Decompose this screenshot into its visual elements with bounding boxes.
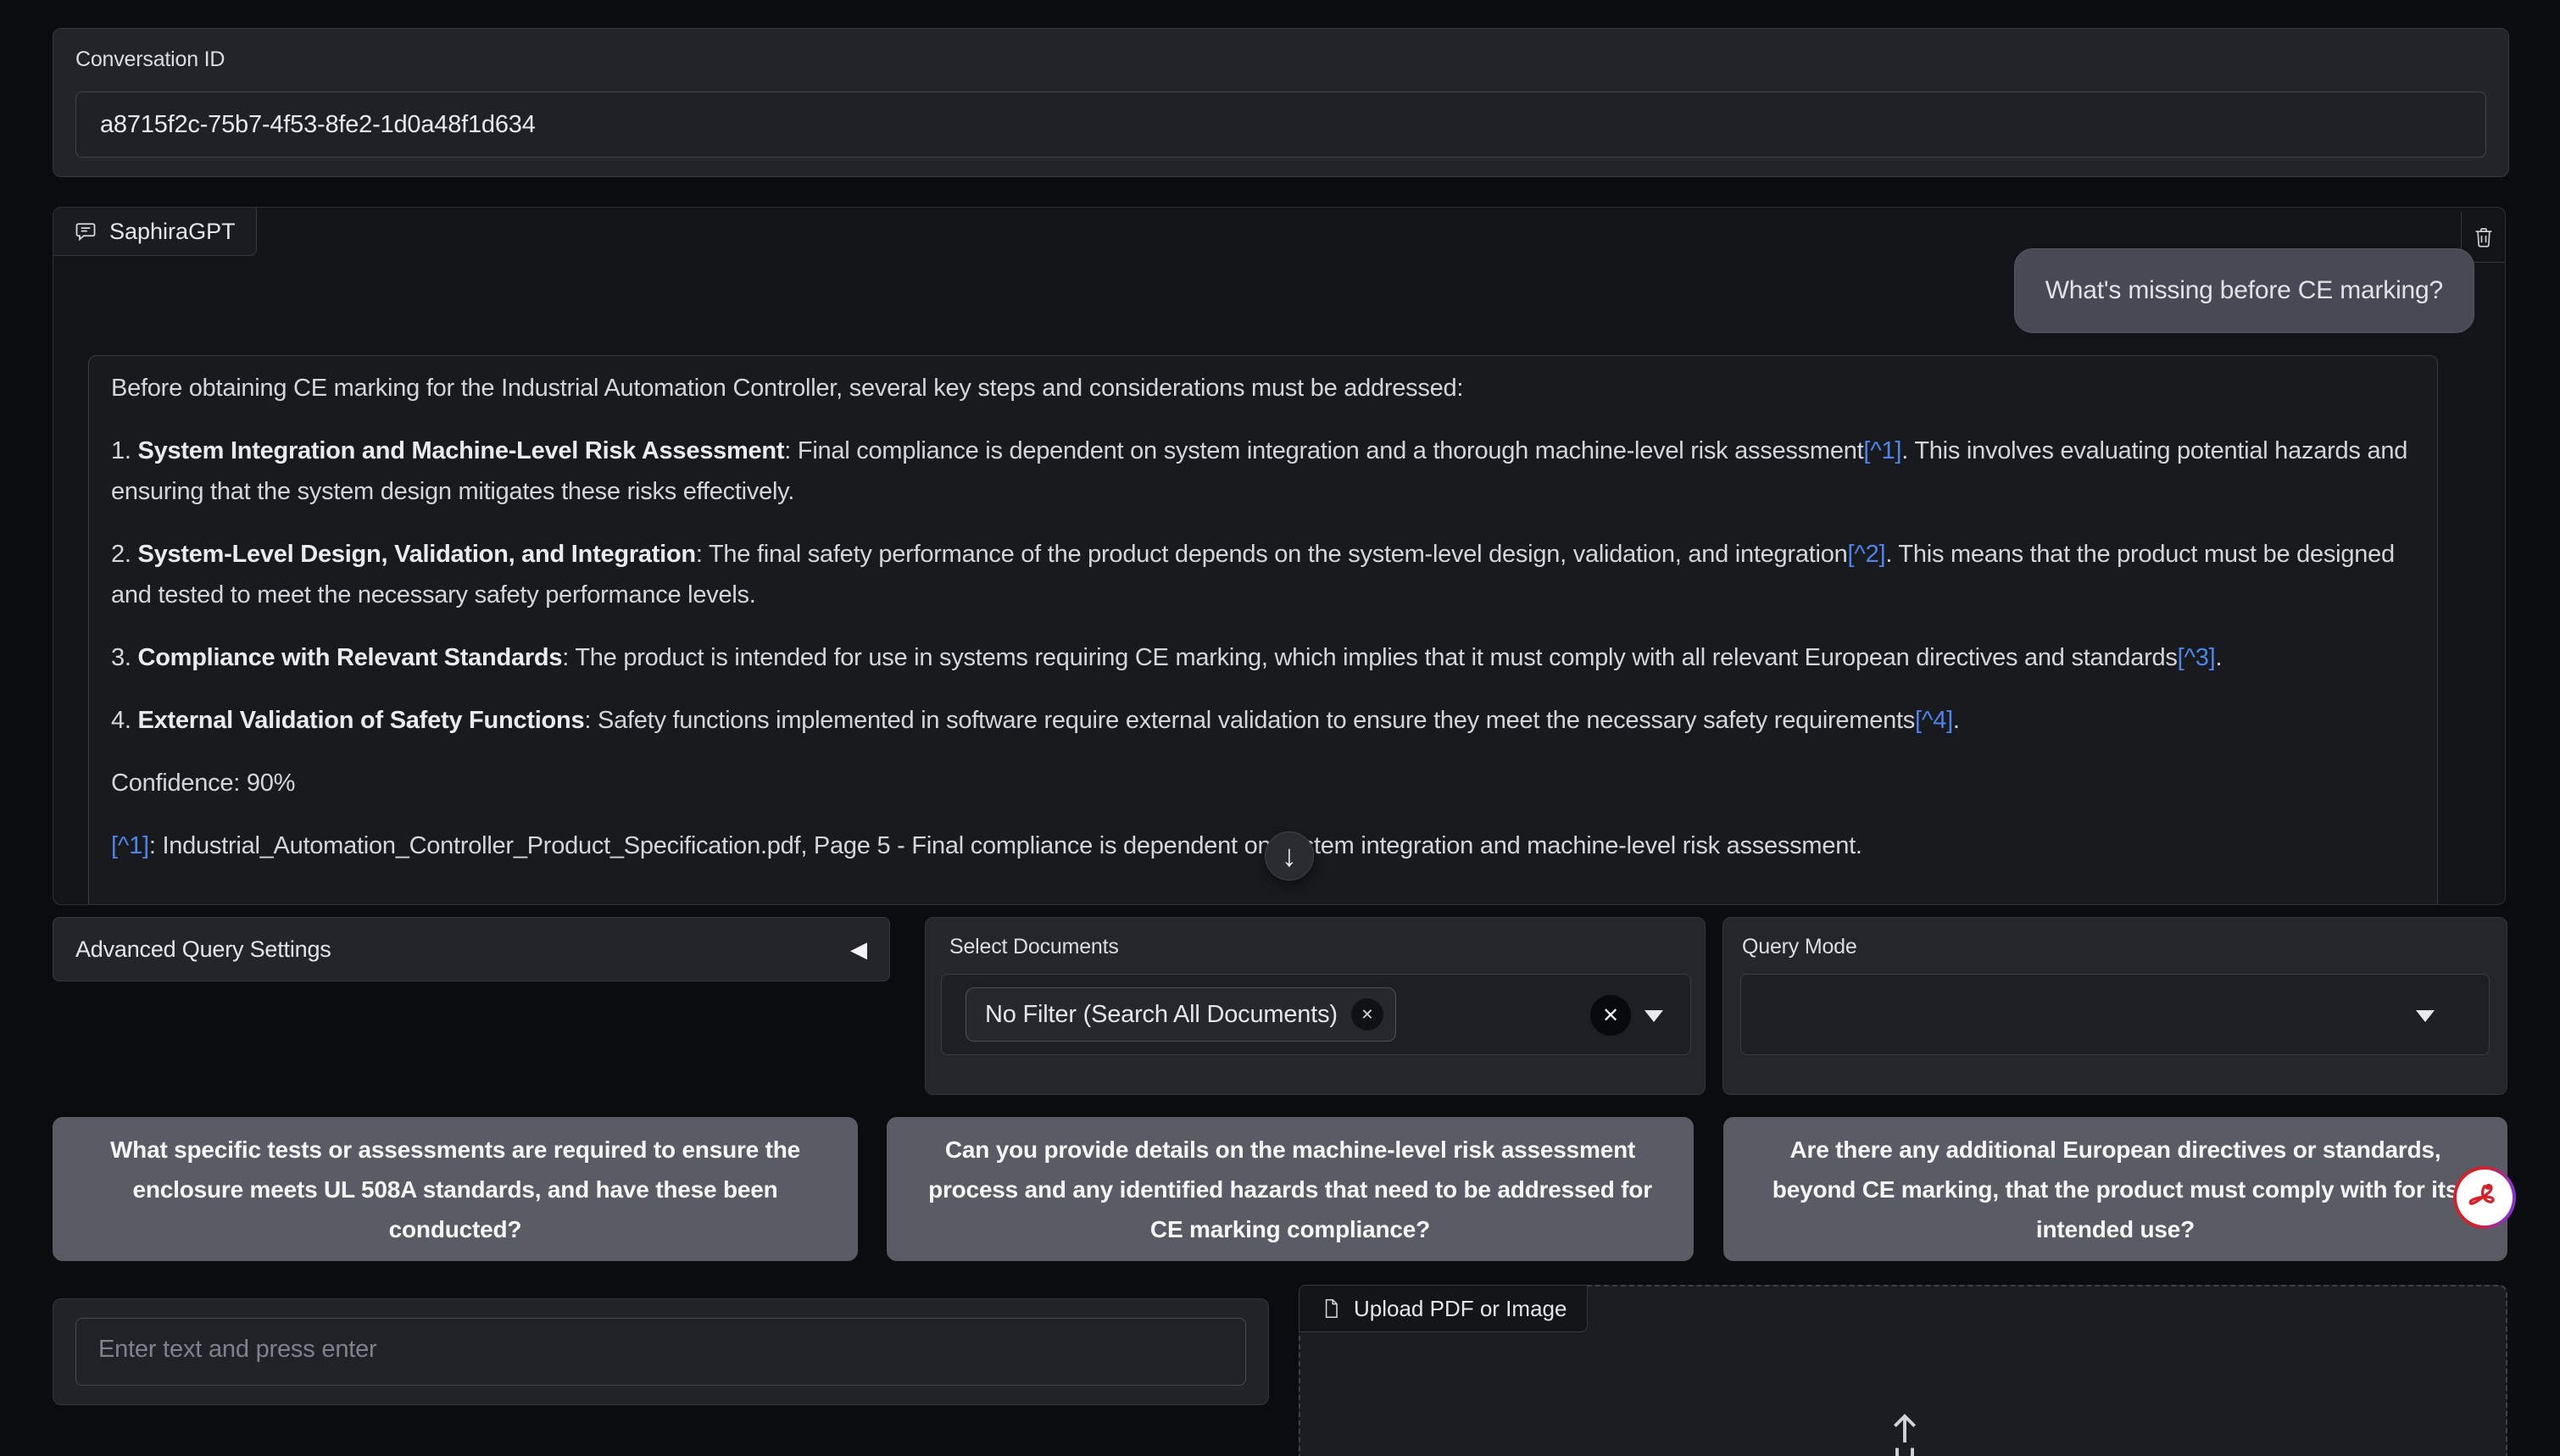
chatbot-title: SaphiraGPT <box>109 219 236 245</box>
upload-header: Upload PDF or Image <box>1299 1285 1588 1332</box>
scroll-to-bottom-button[interactable]: ↓ <box>1265 831 1314 881</box>
accordion-label: Advanced Query Settings <box>75 936 331 963</box>
query-mode-dropdown[interactable] <box>1740 974 2490 1055</box>
suggestion-button-2[interactable]: Can you provide details on the machine-l… <box>887 1117 1694 1261</box>
chat-bubble-icon <box>74 220 97 243</box>
upload-arrow-icon <box>1878 1405 1931 1456</box>
adobe-acrobat-icon <box>2465 1178 2504 1217</box>
bot-confidence: Confidence: 90% <box>111 763 2415 803</box>
conversation-id-label: Conversation ID <box>75 47 225 72</box>
chip-remove-icon[interactable]: ✕ <box>1351 998 1383 1031</box>
select-documents-panel: Select Documents No Filter (Search All D… <box>925 917 1706 1095</box>
conversation-id-group: Conversation ID <box>53 28 2509 177</box>
footnote-link-1[interactable]: [^1] <box>111 832 149 859</box>
select-documents-dropdown[interactable]: No Filter (Search All Documents) ✕ ✕ <box>941 974 1691 1055</box>
advanced-query-settings-accordion[interactable]: Advanced Query Settings ◀ <box>53 917 890 981</box>
trash-icon <box>2471 225 2496 250</box>
bot-footnote: [^1]: Industrial_Automation_Controller_P… <box>111 825 2415 866</box>
upload-label: Upload PDF or Image <box>1354 1296 1567 1322</box>
bot-message: Before obtaining CE marking for the Indu… <box>88 355 2438 905</box>
user-message: What's missing before CE marking? <box>2014 248 2474 333</box>
pdf-file-badge[interactable] <box>2453 1166 2516 1229</box>
document-filter-chip[interactable]: No Filter (Search All Documents) ✕ <box>966 987 1396 1042</box>
pdf-badge-circle <box>2457 1170 2513 1225</box>
bot-list-item: 3. Compliance with Relevant Standards: T… <box>111 637 2415 678</box>
chip-label: No Filter (Search All Documents) <box>985 1001 1338 1029</box>
accordion-collapse-icon[interactable]: ◀ <box>850 936 867 963</box>
citation-link-4[interactable]: [^4] <box>1915 707 1953 734</box>
bot-list-item: 4. External Validation of Safety Functio… <box>111 700 2415 741</box>
bot-list-item: 1. System Integration and Machine-Level … <box>111 431 2415 512</box>
citation-link-1[interactable]: [^1] <box>1863 437 1901 464</box>
suggestion-button-3[interactable]: Are there any additional European direct… <box>1723 1117 2507 1261</box>
conversation-id-input[interactable] <box>75 92 2486 158</box>
select-documents-label: Select Documents <box>949 935 1119 959</box>
bot-intro: Before obtaining CE marking for the Indu… <box>111 368 2415 408</box>
citation-link-2[interactable]: [^2] <box>1847 541 1885 568</box>
message-input[interactable] <box>75 1318 1246 1386</box>
dropdown-caret-icon[interactable] <box>1645 1010 1663 1022</box>
clear-selection-icon[interactable]: ✕ <box>1590 995 1631 1036</box>
bot-list-item: 2. System-Level Design, Validation, and … <box>111 534 2415 615</box>
chatbot-header: SaphiraGPT <box>53 207 257 256</box>
composer-group <box>53 1298 1269 1405</box>
citation-link-3[interactable]: [^3] <box>2178 644 2216 671</box>
query-mode-panel: Query Mode <box>1722 917 2507 1095</box>
chatbot-panel: SaphiraGPT What's missing before CE mark… <box>53 207 2506 905</box>
upload-dropzone[interactable]: Upload PDF or Image <box>1299 1285 2507 1456</box>
file-icon <box>1320 1298 1342 1320</box>
dropdown-caret-icon[interactable] <box>2416 1010 2435 1022</box>
query-mode-label: Query Mode <box>1742 935 1857 959</box>
down-arrow-icon: ↓ <box>1282 838 1297 874</box>
suggestion-button-1[interactable]: What specific tests or assessments are r… <box>53 1117 858 1261</box>
